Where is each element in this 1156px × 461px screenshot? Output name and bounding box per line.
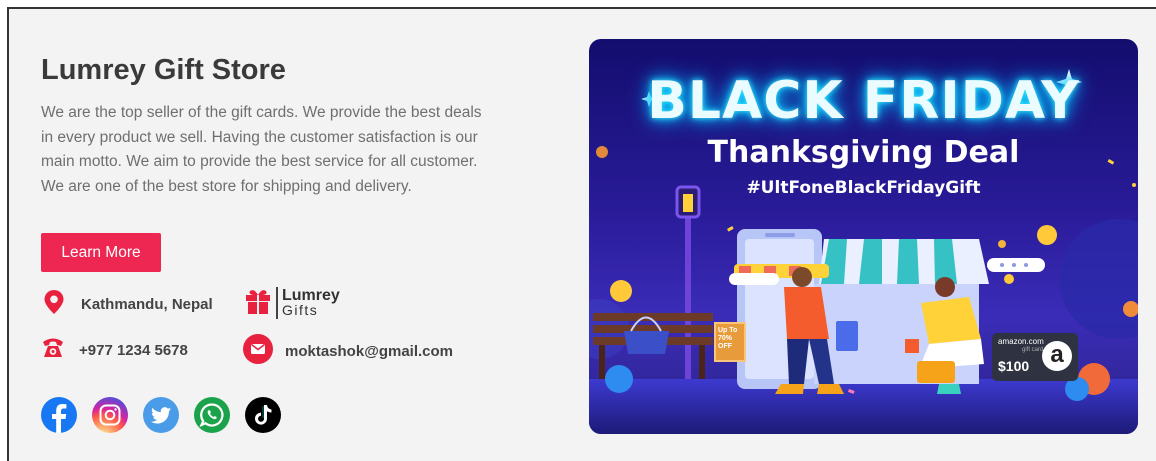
logo-line-1: Lumrey <box>282 287 340 304</box>
instagram-icon[interactable] <box>92 397 128 433</box>
email-info: moktashok@gmail.com <box>243 334 453 369</box>
lumrey-gifts-logo: Lumrey Gifts <box>245 287 340 319</box>
discount-sign-line-2: 70% <box>718 335 733 342</box>
location-info: Kathmandu, Nepal <box>44 290 213 319</box>
mail-icon <box>243 334 273 369</box>
store-description: We are the top seller of the gift cards.… <box>41 104 482 195</box>
logo-divider <box>276 287 278 319</box>
store-title: Lumrey Gift Store <box>41 54 286 86</box>
discount-sign-line-1: Up To <box>718 327 738 334</box>
amazon-gift-card: amazon.com gift card $100 a <box>992 333 1078 381</box>
tiktok-icon[interactable] <box>245 397 281 433</box>
logo-text: Lumrey Gifts <box>282 288 340 318</box>
learn-more-button[interactable]: Learn More <box>41 233 161 272</box>
phone-icon <box>42 337 64 364</box>
social-links <box>41 397 296 433</box>
black-friday-banner[interactable]: BLACK FRIDAY Thanksgiving Deal #UltFoneB… <box>589 39 1138 434</box>
whatsapp-icon[interactable] <box>194 397 230 433</box>
location-text: Kathmandu, Nepal <box>81 296 213 313</box>
banner-title: BLACK FRIDAY <box>647 71 1080 131</box>
email-text[interactable]: moktashok@gmail.com <box>285 343 453 360</box>
phone-info: +977 1234 5678 <box>42 337 188 364</box>
amazon-logo-icon: a <box>1042 341 1072 371</box>
discount-sign: Up To 70% OFF <box>714 322 746 362</box>
map-pin-icon <box>44 290 64 319</box>
banner-hashtag: #UltFoneBlackFridayGift <box>746 178 981 198</box>
facebook-icon[interactable] <box>41 397 77 433</box>
logo-line-2: Gifts <box>282 302 319 318</box>
banner-subtitle: Thanksgiving Deal <box>707 135 1020 170</box>
twitter-icon[interactable] <box>143 397 179 433</box>
phone-text: +977 1234 5678 <box>79 342 188 359</box>
discount-sign-line-3: OFF <box>718 343 732 350</box>
gift-icon <box>245 288 271 319</box>
